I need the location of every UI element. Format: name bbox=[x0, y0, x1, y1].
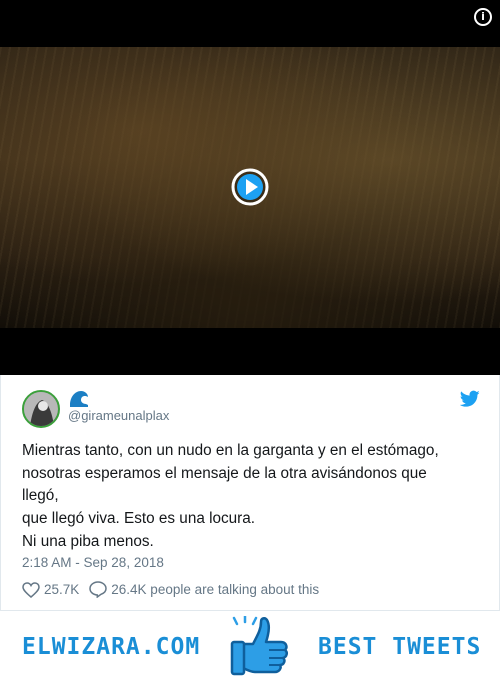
play-circle-icon[interactable] bbox=[231, 168, 269, 206]
thumbs-up-icon bbox=[230, 616, 288, 676]
site-banner: ELWIZARA.COM BEST TWEETS bbox=[0, 612, 500, 685]
twitter-bird-icon[interactable] bbox=[460, 390, 480, 408]
tweet-text: Mientras tanto, con un nudo en la gargan… bbox=[22, 442, 439, 550]
tweet-actions: 25.7K 26.4K people are talking about thi… bbox=[22, 581, 319, 598]
tweet-card[interactable]: @girameunalplax Mientras tanto, con un n… bbox=[0, 375, 500, 611]
video-player[interactable]: i bbox=[0, 0, 500, 375]
avatar[interactable] bbox=[22, 390, 60, 428]
best-tweets-label: BEST TWEETS bbox=[318, 634, 482, 660]
timestamp[interactable]: 2:18 AM - Sep 28, 2018 bbox=[22, 555, 164, 570]
wave-emoji-icon bbox=[70, 391, 88, 407]
speech-bubble-icon[interactable] bbox=[89, 581, 108, 598]
tweet-handle[interactable]: @girameunalplax bbox=[68, 408, 169, 423]
info-icon[interactable]: i bbox=[474, 8, 492, 26]
like-count[interactable]: 25.7K bbox=[44, 582, 79, 597]
site-brand[interactable]: ELWIZARA.COM bbox=[22, 634, 200, 660]
talking-count[interactable]: 26.4K people are talking about this bbox=[111, 582, 319, 597]
heart-icon[interactable] bbox=[22, 581, 40, 598]
